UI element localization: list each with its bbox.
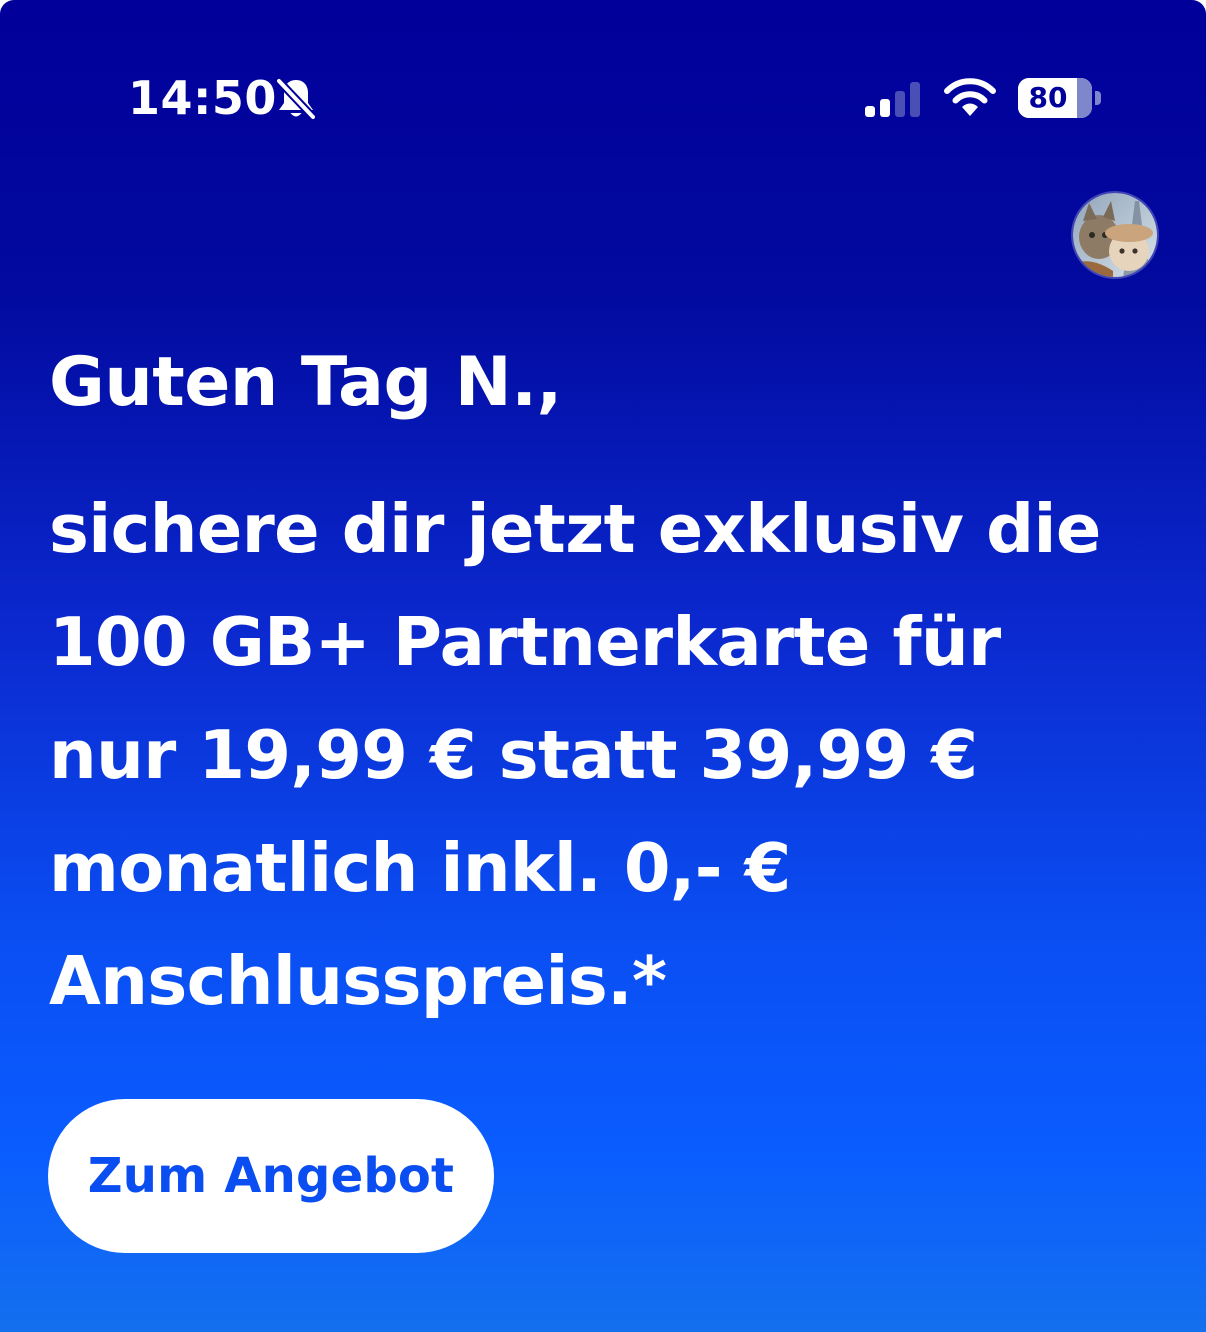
battery-empty [1077, 78, 1092, 118]
avatar[interactable] [1073, 193, 1157, 277]
offer-line: Anschlusspreis.* [49, 942, 667, 1020]
app-screen: 14:50 80 Guten Tag N., sichere dir jetzt… [0, 0, 1206, 1332]
greeting-heading: Guten Tag N., [49, 343, 562, 422]
status-bar: 14:50 80 [0, 0, 1206, 190]
offer-text: sichere dir jetzt exklusiv die 100 GB+ P… [49, 473, 1169, 1038]
signal-bar [865, 106, 875, 117]
signal-bar [910, 82, 920, 117]
cat-photo-avatar [1073, 193, 1157, 277]
battery-body: 80 [1018, 78, 1092, 118]
battery-cap [1095, 91, 1101, 105]
signal-bar [880, 99, 890, 117]
battery-level: 80 [1028, 81, 1068, 114]
wifi-icon [944, 78, 996, 116]
battery-indicator: 80 [1018, 78, 1104, 118]
offer-line: monatlich inkl. 0,- € [49, 829, 791, 907]
offer-line: nur 19,99 € statt 39,99 € [49, 716, 978, 794]
offer-line: 100 GB+ Partnerkarte für [49, 603, 1001, 681]
offer-cta-label: Zum Angebot [87, 1148, 455, 1204]
signal-bar [895, 91, 905, 117]
cellular-signal-icon [865, 82, 920, 117]
offer-cta-button[interactable]: Zum Angebot [48, 1099, 494, 1253]
offer-line: sichere dir jetzt exklusiv die [49, 490, 1101, 568]
bell-slash-icon [275, 77, 317, 121]
status-time: 14:50 [128, 71, 277, 125]
